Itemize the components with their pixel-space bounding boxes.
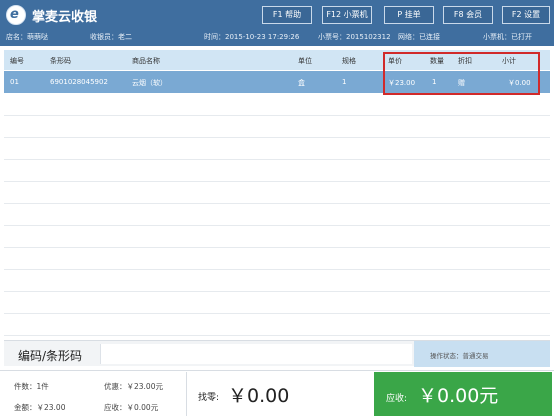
row-divider — [4, 137, 550, 138]
cell-id: 01 — [10, 78, 19, 86]
ticket-number: 小票号：2015102312 — [318, 33, 391, 41]
hold-order-button[interactable]: P 挂单 — [384, 6, 434, 24]
col-unit: 单位 — [298, 57, 312, 65]
operation-status-text: 操作状态：普通交易 — [430, 352, 489, 360]
datetime: 时间：2015-10-23 17:29:26 — [204, 33, 300, 41]
item-count: 件数：1件 — [14, 382, 49, 391]
row-divider — [4, 203, 550, 204]
barcode-input[interactable] — [100, 344, 412, 364]
col-barcode: 条形码 — [50, 57, 71, 65]
col-spec: 规格 — [342, 57, 356, 65]
help-button[interactable]: F1 帮助 — [262, 6, 312, 24]
app-title: 掌麦云收银 — [32, 10, 98, 25]
row-divider — [4, 269, 550, 270]
receivable-amount: 应收：￥0.00元 — [104, 403, 159, 412]
change-label: 找零: — [198, 393, 220, 403]
row-divider — [4, 159, 550, 160]
row-divider — [4, 247, 550, 248]
app-header: e 掌麦云收银 F1 帮助 F12 小票机 P 挂单 F8 会员 F2 设置 店… — [0, 0, 554, 46]
due-label: 应收: — [386, 394, 408, 404]
footer-divider — [186, 372, 187, 416]
settings-button[interactable]: F2 设置 — [502, 6, 550, 24]
due-value: ￥0.00元 — [418, 385, 499, 407]
receipt-printer-button[interactable]: F12 小票机 — [322, 6, 372, 24]
row-divider — [4, 115, 550, 116]
cell-spec: 1 — [342, 78, 347, 86]
row-divider — [4, 335, 550, 336]
cell-barcode: 6901028045902 — [50, 78, 108, 86]
row-divider — [4, 181, 550, 182]
barcode-bar: 编码/条形码 操作状态：普通交易 — [4, 340, 550, 367]
row-divider — [4, 291, 550, 292]
network-status: 网络：已连接 — [398, 33, 440, 41]
total-amount: 金额：￥23.00 — [14, 403, 66, 412]
operation-status: 操作状态：普通交易 — [414, 341, 550, 367]
store-name: 店名：萌萌哒 — [6, 33, 48, 41]
change-value: ￥0.00 — [228, 385, 290, 407]
cell-name: 云烟（软） — [132, 79, 167, 87]
printer-status: 小票机：已打开 — [483, 33, 532, 41]
col-id: 编号 — [10, 57, 24, 65]
amount-due-panel[interactable]: 应收: ￥0.00元 — [374, 372, 552, 416]
barcode-label: 编码/条形码 — [18, 349, 83, 363]
app-logo-icon: e — [6, 5, 26, 25]
discount-amount: 优惠：￥23.00元 — [104, 382, 163, 391]
col-name: 商品名称 — [132, 57, 160, 65]
row-divider — [4, 313, 550, 314]
highlight-box — [383, 52, 540, 95]
cell-unit: 盒 — [298, 79, 305, 87]
cashier-name: 收银员：老二 — [90, 33, 132, 41]
row-divider — [4, 225, 550, 226]
member-button[interactable]: F8 会员 — [443, 6, 493, 24]
